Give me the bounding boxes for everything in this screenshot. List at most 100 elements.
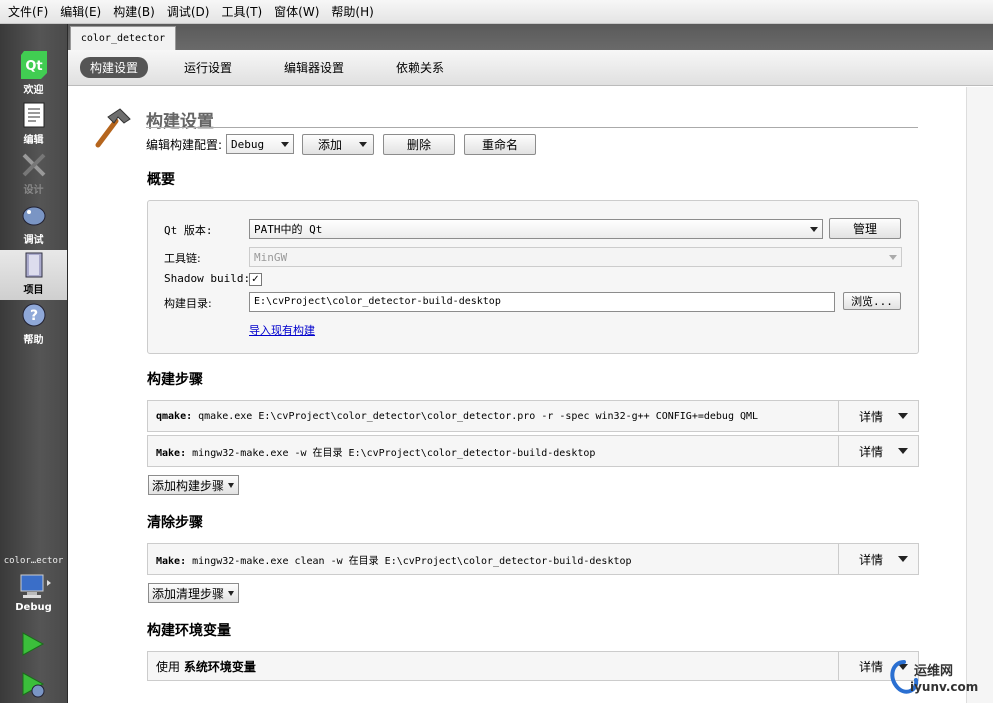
add-clean-step-label: 添加清理步骤: [152, 586, 225, 601]
add-build-step-label: 添加构建步骤: [152, 478, 225, 493]
monitor-icon: [20, 574, 51, 598]
build-step-qmake-text: qmake: qmake.exe E:\cvProject\color_dete…: [148, 411, 838, 422]
chevron-down-icon: [898, 448, 908, 454]
mode-help[interactable]: ? 帮助: [0, 300, 67, 350]
qt-logo-icon: Qt: [20, 51, 48, 79]
debug-play-icon: [22, 672, 45, 698]
env-value: 系统环境变量: [183, 659, 256, 674]
menu-window[interactable]: 窗体(W): [268, 1, 325, 23]
shadow-build-label: Shadow build:: [164, 272, 251, 285]
menu-build[interactable]: 构建(B): [107, 1, 161, 23]
chevron-down-icon: [898, 556, 908, 562]
play-icon: [22, 632, 45, 656]
chevron-down-icon: [810, 227, 818, 232]
mode-edit[interactable]: 编辑: [0, 100, 67, 150]
clean-steps-heading: 清除步骤: [147, 515, 203, 531]
subtab-run-settings[interactable]: 运行设置: [174, 57, 242, 78]
step-name: Make:: [156, 555, 187, 567]
qt-version-label: Qt 版本:: [164, 224, 213, 237]
mode-sidebar: Qt 欢迎 编辑 设计 调试 项目 ? 帮助 color…ector Debug: [0, 24, 68, 703]
design-tools-icon: [20, 151, 48, 179]
config-select-value: Debug: [231, 137, 265, 151]
mode-design-label: 设计: [23, 185, 44, 196]
toolchain-value: MinGW: [254, 250, 288, 264]
mode-design[interactable]: 设计: [0, 150, 67, 200]
build-env-heading: 构建环境变量: [147, 623, 231, 639]
menu-file[interactable]: 文件(F): [2, 1, 54, 23]
chevron-down-icon: [228, 591, 235, 596]
chevron-down-icon: [228, 483, 235, 488]
mode-projects-label: 项目: [23, 285, 44, 296]
build-step-qmake: qmake: qmake.exe E:\cvProject\color_dete…: [147, 400, 919, 432]
subtab-dependencies[interactable]: 依赖关系: [386, 57, 454, 78]
env-use-label: 使用: [156, 659, 181, 674]
document-icon: [20, 101, 48, 129]
rename-config-button[interactable]: 重命名: [464, 133, 537, 155]
target-selector[interactable]: Debug: [0, 572, 67, 622]
clean-step-make: Make: mingw32-make.exe clean -w 在目录 E:\c…: [147, 543, 919, 575]
chevron-down-icon: [898, 413, 908, 419]
vertical-scrollbar[interactable]: [966, 87, 993, 703]
tab-color-detector[interactable]: color_detector: [70, 26, 176, 50]
mode-debug[interactable]: 调试: [0, 200, 67, 250]
build-settings-panel: 构建设置 编辑构建配置: Debug 添加 删除 重命名 概要 Qt 版本: P…: [68, 87, 966, 703]
mode-projects[interactable]: 项目: [0, 250, 67, 300]
build-step-make-text: Make: mingw32-make.exe -w 在目录 E:\cvProje…: [148, 444, 838, 459]
add-config-button[interactable]: 添加: [302, 133, 375, 155]
build-config-row: 编辑构建配置: Debug 添加 删除 重命名: [146, 133, 537, 155]
mode-welcome[interactable]: Qt 欢迎: [0, 50, 67, 100]
mode-debug-label: 调试: [23, 235, 44, 246]
add-clean-step-button[interactable]: 添加清理步骤: [148, 583, 240, 603]
menu-help[interactable]: 帮助(H): [325, 1, 379, 23]
shadow-build-checkbox[interactable]: ✓: [249, 273, 262, 286]
subtab-build-settings[interactable]: 构建设置: [80, 57, 149, 78]
step-name: Make:: [156, 447, 187, 459]
toolchain-label: 工具链:: [164, 252, 201, 265]
mode-edit-label: 编辑: [23, 135, 44, 146]
config-select[interactable]: Debug: [226, 134, 295, 154]
step-name: qmake:: [156, 410, 193, 422]
config-label: 编辑构建配置:: [146, 137, 223, 152]
svg-text:Qt: Qt: [25, 59, 42, 74]
mode-help-label: 帮助: [23, 335, 44, 346]
qt-version-select[interactable]: PATH中的 Qt: [249, 219, 823, 239]
menu-debug[interactable]: 调试(D): [161, 1, 216, 23]
target-config-label: Debug: [15, 602, 52, 613]
watermark-text-cn: 运维网: [914, 664, 954, 679]
toolchain-select[interactable]: MinGW: [249, 247, 902, 267]
project-subtabs: 构建设置 运行设置 编辑器设置 依赖关系: [68, 50, 993, 86]
step-command: qmake.exe E:\cvProject\color_detector\co…: [192, 410, 759, 422]
delete-config-button[interactable]: 删除: [383, 133, 456, 155]
add-config-label: 添加: [318, 137, 343, 152]
import-build-link[interactable]: 导入现有构建: [249, 322, 315, 338]
menu-bar: 文件(F) 编辑(E) 构建(B) 调试(D) 工具(T) 窗体(W) 帮助(H…: [0, 0, 993, 24]
overview-heading: 概要: [147, 172, 175, 188]
add-build-step-button[interactable]: 添加构建步骤: [148, 475, 240, 495]
build-steps-heading: 构建步骤: [147, 372, 203, 388]
build-dir-input[interactable]: E:\cvProject\color_detector-build-deskto…: [249, 292, 835, 312]
svg-text:?: ?: [29, 308, 37, 324]
build-dir-label: 构建目录:: [164, 297, 212, 310]
menu-edit[interactable]: 编辑(E): [54, 1, 107, 23]
build-env-text: 使用 系统环境变量: [148, 658, 838, 675]
target-project-label: color…ector: [3, 556, 64, 566]
run-button[interactable]: [18, 630, 46, 658]
details-label: 详情: [859, 552, 884, 567]
details-button[interactable]: 详情: [838, 544, 918, 574]
details-button[interactable]: 详情: [838, 436, 918, 466]
details-label: 详情: [859, 659, 884, 674]
build-step-make: Make: mingw32-make.exe -w 在目录 E:\cvProje…: [147, 435, 919, 467]
document-tab-strip: color_detector: [68, 24, 993, 50]
watermark-text-url: iyunv.com: [910, 680, 979, 694]
qt-version-value: PATH中的 Qt: [254, 223, 323, 236]
clean-step-make-text: Make: mingw32-make.exe clean -w 在目录 E:\c…: [148, 552, 838, 567]
watermark-logo: 运维网 iyunv.com: [884, 656, 992, 702]
debug-run-button[interactable]: [18, 670, 46, 698]
menu-tools[interactable]: 工具(T): [215, 1, 268, 23]
details-button[interactable]: 详情: [838, 401, 918, 431]
subtab-editor-settings[interactable]: 编辑器设置: [274, 57, 354, 78]
step-command: mingw32-make.exe clean -w 在目录 E:\cvProje…: [186, 555, 632, 567]
manage-button[interactable]: 管理: [829, 218, 901, 239]
step-command: mingw32-make.exe -w 在目录 E:\cvProject\col…: [186, 447, 596, 459]
browse-button[interactable]: 浏览...: [843, 292, 901, 310]
